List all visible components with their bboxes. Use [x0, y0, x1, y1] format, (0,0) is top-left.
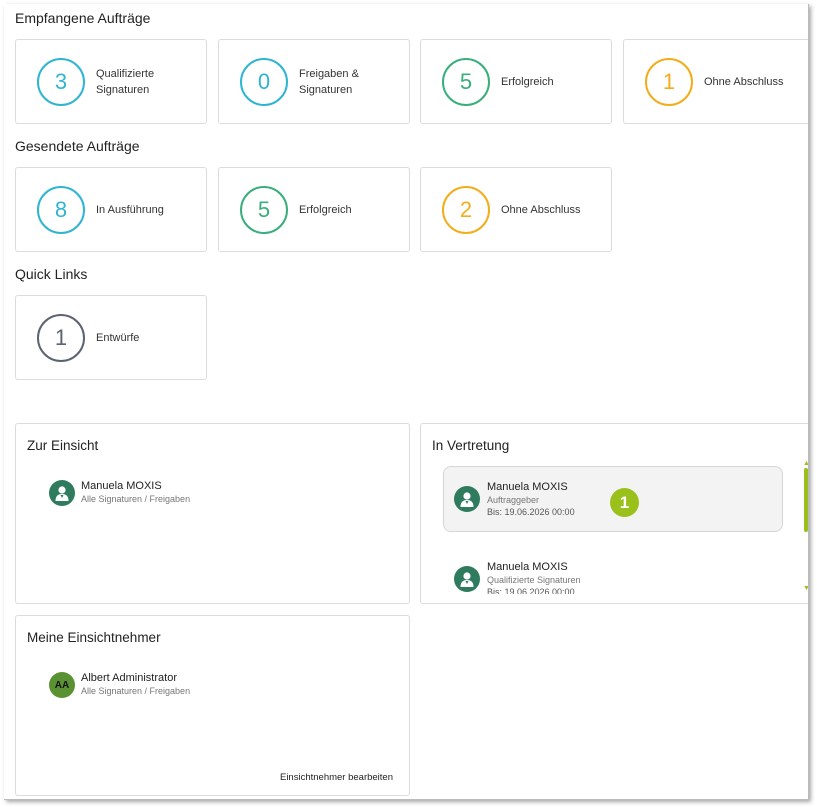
person-role: Qualifizierte Signaturen	[487, 575, 581, 585]
card-label: Qualifizierte	[96, 67, 155, 80]
person-name: Manuela MOXIS	[487, 481, 568, 493]
person-scope: Alle Signaturen / Freigaben	[81, 494, 191, 504]
sent-in-progress-card[interactable]: 8 In Ausführung	[15, 167, 207, 252]
sent-successful-card[interactable]: 5 Erfolgreich	[218, 167, 410, 252]
scrollbar[interactable]: ▲ ▼	[803, 460, 808, 592]
scrollbar-thumb[interactable]	[804, 468, 808, 532]
card-label: Signaturen	[299, 83, 353, 96]
count-circle: 2	[442, 185, 490, 234]
sent-without-completion-card[interactable]: 2 Ohne Abschluss	[420, 167, 612, 252]
in-vertretung-panel: In Vertretung Manuela MOXIS Auftraggeber…	[420, 423, 808, 604]
received-successful-card[interactable]: 5 Erfolgreich	[420, 39, 612, 124]
received-approvals-signatures-card[interactable]: 0 Freigaben & Signaturen	[218, 39, 410, 124]
count-circle: 5	[442, 57, 490, 106]
card-label: Erfolgreich	[501, 75, 554, 88]
quicklinks-section-title: Quick Links	[15, 266, 88, 282]
card-label: Entwürfe	[96, 331, 140, 344]
person-avatar-icon	[454, 486, 480, 512]
person-name: Manuela MOXIS	[487, 561, 568, 573]
card-label: Erfolgreich	[299, 203, 352, 216]
count-circle: 5	[240, 185, 288, 234]
scroll-up-arrow-icon[interactable]: ▲	[803, 460, 808, 467]
person-avatar-icon	[49, 480, 75, 506]
person-scope: Alle Signaturen / Freigaben	[81, 686, 191, 696]
dashboard: Empfangene Aufträge 3 Qualifizierte Sign…	[4, 4, 809, 800]
person-valid-until: Bis: 19.06.2026 00:00	[487, 507, 575, 517]
count-circle: 3	[37, 57, 85, 106]
received-without-completion-card[interactable]: 1 Ohne Abschluss	[623, 39, 808, 124]
count-circle: 1	[37, 313, 85, 362]
step-number-badge: 1	[610, 488, 639, 517]
card-label: In Ausführung	[96, 203, 164, 216]
panel-title: Meine Einsichtnehmer	[27, 630, 161, 645]
deputy-item-selected[interactable]: Manuela MOXIS Auftraggeber Bis: 19.06.20…	[443, 466, 783, 532]
initials-avatar: AA	[49, 672, 75, 698]
panel-title: Zur Einsicht	[27, 438, 99, 453]
card-label: Ohne Abschluss	[704, 75, 784, 88]
quicklink-drafts-card[interactable]: 1 Entwürfe	[15, 295, 207, 380]
card-label: Signaturen	[96, 83, 150, 96]
card-label: Ohne Abschluss	[501, 203, 581, 216]
person-name: Albert Administrator	[81, 672, 177, 684]
received-qualified-signatures-card[interactable]: 3 Qualifizierte Signaturen	[15, 39, 207, 124]
person-role: Auftraggeber	[487, 495, 540, 505]
person-avatar-icon	[454, 566, 480, 592]
zur-einsicht-panel: Zur Einsicht Manuela MOXIS Alle Signatur…	[15, 423, 410, 604]
meine-einsichtnehmer-panel: Meine Einsichtnehmer AA Albert Administr…	[15, 615, 410, 796]
count-circle: 0	[240, 57, 288, 106]
list-item[interactable]: AA Albert Administrator Alle Signaturen …	[49, 671, 190, 698]
count-circle: 8	[37, 185, 85, 234]
sent-section-title: Gesendete Aufträge	[15, 138, 140, 154]
person-name: Manuela MOXIS	[81, 480, 162, 492]
person-valid-until: Bis: 19.06.2026 00:00	[487, 587, 575, 594]
count-circle: 1	[645, 57, 693, 106]
list-item[interactable]: Manuela MOXIS Alle Signaturen / Freigabe…	[49, 479, 190, 506]
panel-title: In Vertretung	[432, 438, 510, 453]
edit-viewers-link[interactable]: Einsichtnehmer bearbeiten	[280, 772, 393, 783]
scroll-down-arrow-icon[interactable]: ▼	[803, 585, 808, 592]
deputy-item[interactable]: Manuela MOXIS Qualifizierte Signaturen B…	[454, 560, 581, 594]
received-section-title: Empfangene Aufträge	[15, 10, 151, 26]
card-label: Freigaben &	[299, 67, 359, 80]
